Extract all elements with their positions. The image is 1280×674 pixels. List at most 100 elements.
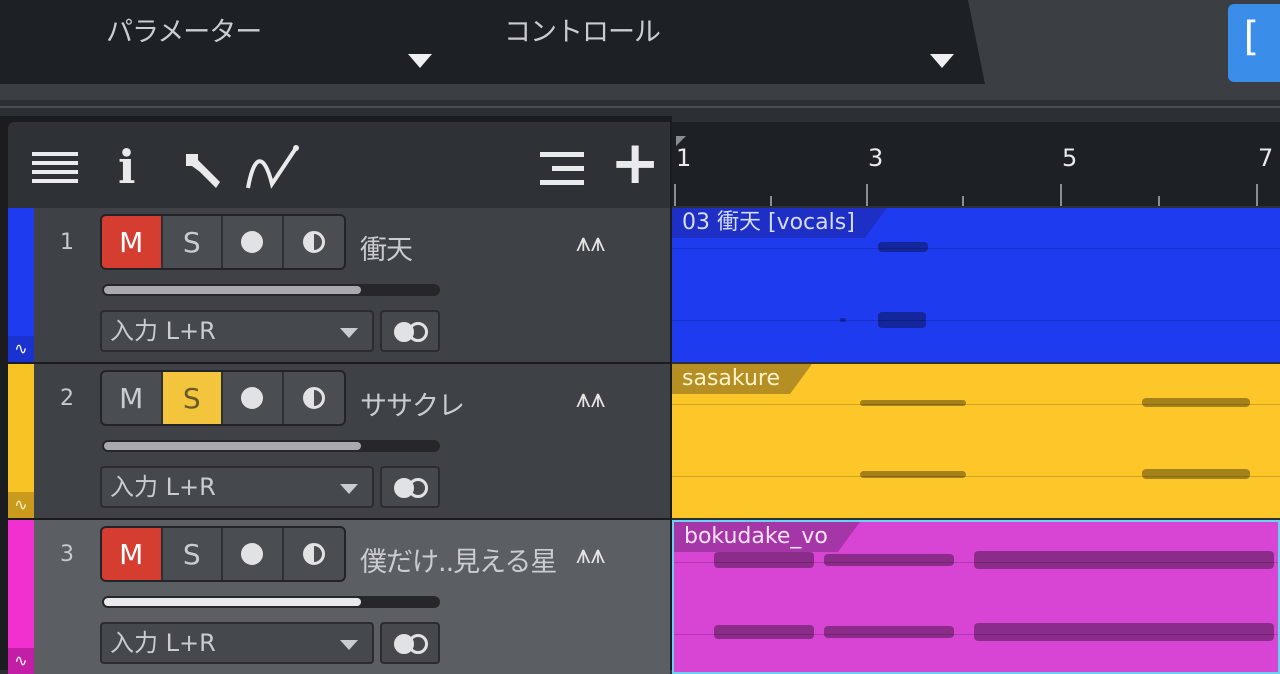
solo-button[interactable]: S [163,528,224,580]
chevron-down-icon [340,484,358,494]
track-toolbar: i + [8,122,670,208]
divider [0,106,1280,108]
track-name[interactable]: 僕だけ..見える星 [360,540,557,579]
chevron-down-icon [340,328,358,338]
input-label: 入力 L+R [110,629,216,657]
bar-number: 5 [1062,144,1078,172]
waveform-baseline [672,320,1280,321]
bar-number: 1 [676,144,692,172]
automation-icon[interactable] [244,144,310,192]
waveform [974,623,1274,641]
track-color-strip: ∿ [8,520,34,674]
mute-button[interactable]: M [102,372,163,424]
monitor-icon [302,543,325,565]
volume-fader[interactable] [102,440,440,452]
ruler-tick [1060,184,1062,206]
ruler-tick [1256,184,1258,206]
record-icon [241,387,264,409]
clip-label[interactable]: 03 衝天 [vocals] [672,208,887,238]
track-color-strip: ∿ [8,364,34,518]
waveform-icon[interactable]: ⩚⩚ [576,540,605,571]
track-name[interactable]: ササクレ [360,384,465,423]
volume-fader[interactable] [102,284,440,296]
mute-button[interactable]: M [102,216,163,268]
fader-fill [104,286,361,294]
waveform [840,318,846,322]
record-icon [241,231,264,253]
clip-label[interactable]: bokudake_vo [674,522,860,552]
input-select[interactable]: 入力 L+R [100,466,374,508]
input-label: 入力 L+R [110,473,216,501]
track-2[interactable]: ∿ 2 M S ササクレ ⩚⩚ 入力 L+R [8,364,670,518]
track-list-icon[interactable] [540,152,584,186]
waveform-icon[interactable]: ⩚⩚ [576,228,605,259]
waveform [824,554,954,566]
waveform-icon[interactable]: ⩚⩚ [576,384,605,415]
input-select[interactable]: 入力 L+R [100,310,374,352]
solo-button[interactable]: S [163,216,224,268]
monitor-button[interactable] [284,216,344,268]
control-label: コントロール [504,17,661,48]
monitor-icon [302,231,325,253]
bar-number: 3 [868,144,884,172]
stereo-link-button[interactable] [380,310,440,352]
track-3[interactable]: ∿ 3 M S 僕だけ..見える星 ⩚⩚ 入力 L+R [8,520,670,674]
waveform [1142,469,1250,479]
link-icon-fill [394,634,414,654]
link-icon-fill [394,478,414,498]
audio-clip[interactable]: 03 衝天 [vocals] [672,208,1280,362]
waveform [878,312,926,328]
waveform [1142,398,1250,407]
waveform [824,626,954,638]
stereo-link-button[interactable] [380,466,440,508]
mute-button[interactable]: M [102,528,163,580]
track-color-strip: ∿ [8,208,34,362]
list-icon[interactable] [32,152,78,184]
top-bar: パラメーター コントロール [ [0,0,1280,100]
waveform [860,471,966,478]
stereo-link-button[interactable] [380,622,440,664]
track-buttons: M S [100,370,346,426]
ruler-tick [1158,196,1160,206]
add-track-icon[interactable]: + [610,128,660,198]
control-dropdown-arrow[interactable] [930,54,954,68]
record-arm-button[interactable] [223,216,284,268]
timeline-ruler[interactable]: 1 3 5 7 [672,122,1280,206]
waveform [878,242,928,252]
fader-fill [104,442,361,450]
fader-fill [104,598,361,606]
record-arm-button[interactable] [223,372,284,424]
track-number: 1 [60,230,74,255]
monitor-button[interactable] [284,528,344,580]
waveform-baseline [672,248,1280,249]
monitor-button[interactable] [284,372,344,424]
monitor-icon [302,387,325,409]
audio-clip[interactable]: sasakure [672,364,1280,518]
track-buttons: M S [100,526,346,582]
ruler-tick [770,196,772,206]
waveform [714,625,814,639]
blue-toggle-button[interactable]: [ [1228,4,1280,82]
automation-tag-icon[interactable]: ∿ [8,492,34,518]
input-select[interactable]: 入力 L+R [100,622,374,664]
info-icon[interactable]: i [118,140,135,194]
link-icon-fill [394,322,414,342]
audio-clip-selected[interactable]: bokudake_vo [672,520,1280,674]
solo-button[interactable]: S [162,372,224,424]
parameter-dropdown-arrow[interactable] [408,54,432,68]
track-1[interactable]: ∿ 1 M S 衝天 ⩚⩚ 入力 L+R [8,208,670,362]
chevron-down-icon [340,640,358,650]
automation-tag-icon[interactable]: ∿ [8,336,34,362]
record-icon [241,543,264,565]
wrench-icon[interactable] [180,148,224,192]
ruler-tick [674,184,676,206]
volume-fader[interactable] [102,596,440,608]
track-number: 3 [60,542,74,567]
ruler-tick [866,184,868,206]
record-arm-button[interactable] [223,528,284,580]
automation-tag-icon[interactable]: ∿ [8,648,34,674]
track-number: 2 [60,386,74,411]
track-name[interactable]: 衝天 [360,228,413,267]
clip-label[interactable]: sasakure [672,364,812,394]
bar-number: 7 [1258,144,1274,172]
